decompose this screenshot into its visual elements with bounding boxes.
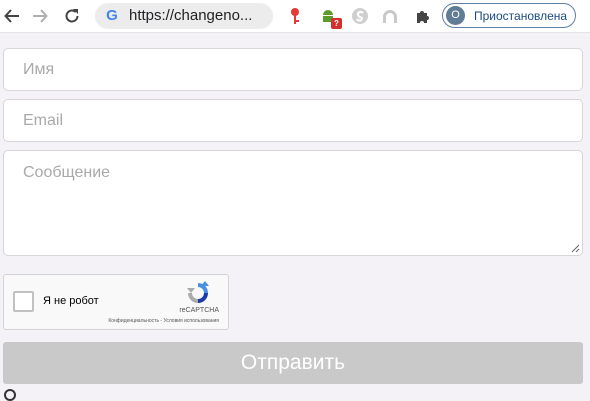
url-text: https://changeno...	[129, 7, 253, 24]
forward-arrow-icon[interactable]	[28, 4, 52, 28]
recaptcha-label: Я не робот	[43, 295, 99, 307]
recaptcha-checkbox[interactable]	[13, 291, 34, 312]
grey-s-extension-icon[interactable]	[350, 6, 370, 26]
arch-extension-icon[interactable]	[380, 6, 400, 26]
submit-button[interactable]: Отправить	[3, 342, 583, 384]
name-field[interactable]: Имя	[3, 48, 583, 91]
browser-toolbar: G https://changeno... ? О Приостановлена	[0, 0, 590, 33]
puzzle-icon[interactable]	[413, 6, 433, 26]
message-placeholder: Сообщение	[23, 164, 111, 181]
key-extension-icon[interactable]	[285, 6, 305, 26]
extension-badge: ?	[331, 18, 342, 29]
email-placeholder: Email	[23, 112, 64, 129]
reload-icon[interactable]	[60, 4, 84, 28]
recaptcha-logo-icon	[187, 281, 209, 303]
profile-status: Приостановлена	[474, 9, 568, 23]
recaptcha-widget: Я не робот reCAPTCHA Конфиденциальность …	[3, 274, 229, 330]
avatar: О	[446, 6, 465, 25]
android-extension-icon[interactable]: ?	[318, 6, 342, 29]
email-field[interactable]: Email	[3, 99, 583, 142]
name-placeholder: Имя	[23, 61, 55, 78]
recaptcha-terms[interactable]: Конфиденциальность - Условия использован…	[108, 318, 219, 324]
google-icon: G	[106, 7, 118, 24]
recaptcha-brand: reCAPTCHA	[179, 307, 219, 314]
profile-button[interactable]: О Приостановлена	[442, 3, 576, 28]
resize-grip-icon[interactable]	[571, 244, 580, 253]
partial-circle-icon	[4, 389, 16, 401]
message-field[interactable]: Сообщение	[3, 150, 583, 256]
address-bar[interactable]: G https://changeno...	[95, 3, 273, 29]
back-arrow-icon[interactable]	[0, 4, 24, 28]
